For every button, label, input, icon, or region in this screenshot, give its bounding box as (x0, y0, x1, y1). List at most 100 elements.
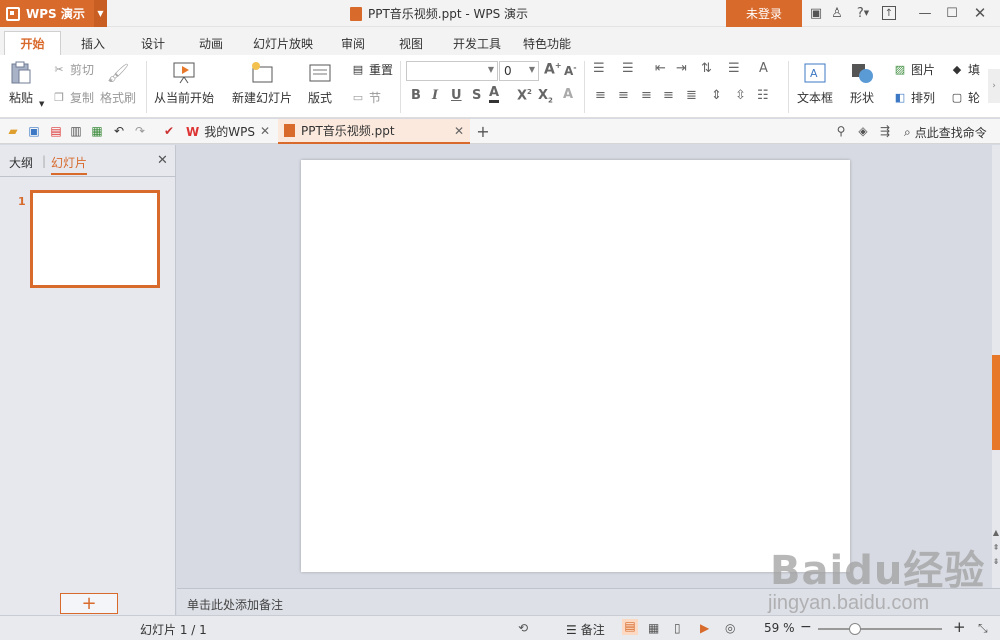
tab-slideshow[interactable]: 幻灯片放映 (247, 31, 319, 55)
tab-slides[interactable]: 幻灯片 (51, 154, 88, 175)
reading-view-icon[interactable]: ▯ (674, 621, 681, 635)
line-spacing-icon[interactable]: ⇕ (711, 88, 722, 103)
tab-insert[interactable]: 插入 (72, 31, 114, 55)
numbering-icon[interactable]: ☰ (622, 61, 634, 76)
app-menu-button[interactable]: WPS 演示 (0, 0, 94, 27)
customize-quick-access-icon[interactable]: ✔ (162, 124, 176, 138)
upload-icon[interactable]: ↑ (882, 6, 896, 20)
tab-developer[interactable]: 开发工具 (448, 31, 506, 55)
fill-label: 填 (968, 63, 981, 77)
command-search[interactable]: ⌕ 点此查找命令 (904, 124, 987, 141)
divider (788, 61, 789, 113)
reset-button[interactable]: ▤ 重置 (351, 61, 393, 78)
copy-button[interactable]: ❐ 复制 (52, 89, 94, 106)
align-center-icon[interactable]: ≡ (618, 88, 629, 103)
close-tab-icon[interactable]: ✕ (260, 124, 270, 138)
scroll-thumb[interactable] (992, 355, 1000, 450)
shape-button[interactable]: 形状 (850, 61, 874, 106)
increase-indent-icon[interactable]: ⇥ (676, 61, 687, 76)
skin-icon[interactable]: ▣ (808, 5, 824, 21)
font-size-combo[interactable]: 0 ▼ (499, 61, 539, 81)
slide-sorter-icon[interactable]: ▦ (648, 621, 659, 635)
close-tab-icon[interactable]: ✕ (454, 124, 464, 138)
align-right-icon[interactable]: ≡ (641, 88, 652, 103)
text-effects-icon[interactable]: A (759, 61, 768, 76)
justify-icon[interactable]: ≡ (663, 88, 674, 103)
align-text-icon[interactable]: ☰ (728, 61, 740, 76)
superscript-icon[interactable]: X2 (517, 88, 532, 103)
scroll-up-icon[interactable]: ▲ (992, 528, 1000, 537)
help-icon: ? (856, 5, 864, 21)
new-slide-button[interactable]: 新建幻灯片 (232, 61, 292, 106)
normal-view-icon[interactable]: ▤ (622, 619, 638, 635)
columns-icon[interactable]: ☷ (757, 88, 769, 103)
font-color-icon[interactable]: A (489, 86, 500, 103)
open-folder-icon[interactable]: ▰ (6, 124, 20, 138)
login-button[interactable]: 未登录 (726, 0, 802, 27)
save-icon[interactable]: ▣ (27, 124, 41, 138)
print-icon[interactable]: ▥ (69, 124, 83, 138)
tab-document[interactable]: PPT音乐视频.ppt ✕ (278, 119, 470, 144)
cut-button[interactable]: ✂ 剪切 (52, 61, 94, 78)
layout-button[interactable]: 版式 (308, 61, 332, 106)
arrange-button[interactable]: ◧ 排列 (893, 89, 935, 106)
slide-canvas[interactable] (301, 160, 850, 572)
tab-design[interactable]: 设计 (132, 31, 174, 55)
picture-button[interactable]: ▨ 图片 (893, 61, 935, 78)
new-tab-icon[interactable]: + (476, 122, 490, 141)
slideshow-play-icon[interactable]: ▶ (700, 621, 709, 635)
paragraph-spacing-icon[interactable]: ⇳ (735, 88, 746, 103)
shadow-text-icon[interactable]: S (472, 88, 481, 103)
text-direction-icon[interactable]: ⇅ (701, 61, 712, 76)
export-pdf-icon[interactable]: ▤ (49, 124, 63, 138)
app-menu-dropdown-button[interactable]: ▼ (94, 0, 107, 27)
outline-button[interactable]: ▢ 轮 (950, 89, 980, 106)
add-slide-button[interactable]: + (60, 593, 118, 614)
notes-toggle-button[interactable]: ☰ 备注 (566, 621, 605, 638)
close-icon[interactable]: ✕ (972, 4, 988, 22)
backup-icon[interactable]: ⟲ (518, 621, 528, 635)
textbox-button[interactable]: A 文本框 (797, 61, 833, 106)
translate-icon[interactable]: ◈ (856, 124, 870, 138)
pin-icon[interactable]: ⚲ (834, 124, 848, 138)
tab-home[interactable]: 开始 (4, 31, 61, 55)
print-preview-icon[interactable]: ▦ (90, 124, 104, 138)
font-name-combo[interactable]: ▼ (406, 61, 498, 81)
shrink-font-icon[interactable]: A- (564, 63, 577, 78)
tab-animation[interactable]: 动画 (190, 31, 232, 55)
minimize-icon[interactable]: — (917, 5, 933, 21)
bullets-icon[interactable]: ☰ (593, 61, 605, 76)
subscript-icon[interactable]: X2 (538, 88, 553, 105)
tab-view[interactable]: 视图 (390, 31, 432, 55)
bold-icon[interactable]: B (411, 88, 421, 103)
previous-slide-icon[interactable]: ⇞ (992, 543, 1000, 552)
section-button[interactable]: ▭ 节 (351, 89, 381, 106)
vertical-scrollbar[interactable]: ▲ ⇞ ⇟ (992, 145, 1000, 588)
maximize-icon[interactable]: ☐ (944, 5, 960, 21)
from-current-button[interactable]: 从当前开始 (154, 61, 214, 106)
format-painter-button[interactable]: 🖌 格式刷 (100, 61, 136, 106)
distribute-icon[interactable]: ≣ (686, 88, 697, 103)
close-panel-icon[interactable]: ✕ (157, 153, 168, 168)
next-slide-icon[interactable]: ⇟ (992, 557, 1000, 566)
help-button[interactable]: ? ▼ (852, 5, 874, 21)
ribbon-scroll-right-icon[interactable]: › (988, 69, 1000, 103)
paste-button[interactable]: 粘贴 ▼ (9, 61, 44, 108)
tab-review[interactable]: 审阅 (333, 31, 373, 55)
tab-special[interactable]: 特色功能 (517, 31, 577, 55)
grow-font-icon[interactable]: A+ (544, 61, 562, 78)
decrease-indent-icon[interactable]: ⇤ (655, 61, 666, 76)
share-icon[interactable]: ⇶ (878, 124, 892, 138)
fill-button[interactable]: ◆ 填 (950, 61, 980, 78)
shirt-icon[interactable]: ♙ (829, 5, 845, 21)
clear-format-icon[interactable]: A (563, 87, 573, 102)
align-left-icon[interactable]: ≡ (595, 88, 606, 103)
underline-icon[interactable]: U (451, 88, 462, 103)
tab-outline[interactable]: 大纲 (9, 154, 33, 171)
best-fit-icon[interactable]: ◎ (725, 621, 735, 635)
redo-icon[interactable]: ↷ (133, 124, 147, 138)
undo-icon[interactable]: ↶ (112, 124, 126, 138)
slide-thumbnail[interactable] (30, 190, 160, 288)
italic-icon[interactable]: I (432, 88, 438, 103)
tab-my-wps[interactable]: W 我的WPS ✕ (180, 119, 276, 144)
